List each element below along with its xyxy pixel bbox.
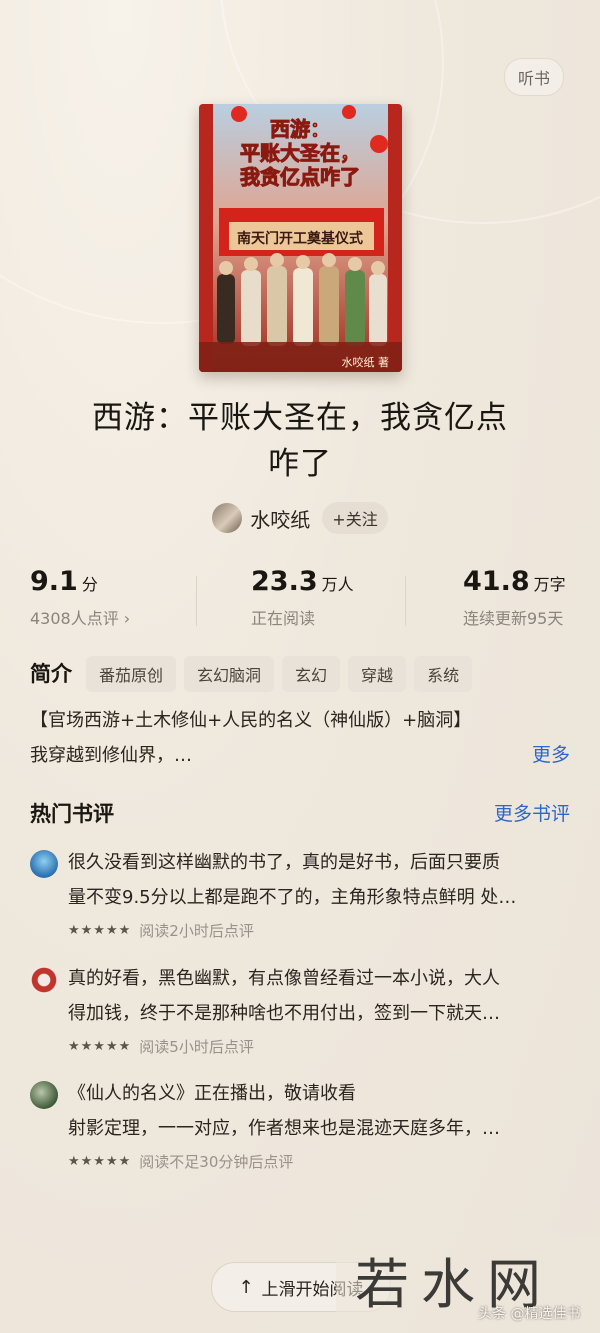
book-title-line: 西游：平账大圣在，我贪亿点 [92,400,508,436]
book-title: 西游：平账大圣在，我贪亿点 咋了 [60,395,540,487]
follow-button[interactable]: +关注 [322,502,388,534]
update-label: 连续更新95天 [463,609,564,628]
stat-divider [405,576,406,626]
author-avatar[interactable] [212,503,243,533]
reviewer-avatar[interactable] [30,966,58,994]
readers-value: 23.3 [251,566,318,597]
readers-stat: 23.3 万人 正在阅读 [251,566,354,629]
book-detail-page: 听书 西游： 平账大圣在， 我贪亿点咋了 南天门开工奠基仪式 水咬纸 著 西游：… [0,0,600,1333]
review-meta-text: 阅读5小时后点评 [139,1038,254,1056]
review-meta-text: 阅读2小时后点评 [139,922,254,940]
words-stat: 41.8 万字 连续更新95天 [463,566,566,629]
readers-unit: 万人 [321,575,354,594]
stats-row: 9.1 分 4308人点评 › 23.3 万人 正在阅读 41.8 万字 连续更新95… [0,566,600,636]
author-name[interactable]: 水咬纸 [250,504,310,533]
review-text: 真的好看，黑色幽默，有点像曾经看过一本小说，大人 [68,968,500,989]
tag-chip[interactable]: 番茄原创 [86,656,177,692]
cover-title-text: 西游： [270,117,330,141]
review-text: 量不变9.5分以上都是跑不了的，主角形象特点鲜明 处… [68,887,517,908]
review-text: 得加钱，终于不是那种啥也不用付出，签到一下就天… [68,1003,500,1024]
tag-chip[interactable]: 玄幻脑洞 [184,656,275,692]
cover-title-text: 我贪亿点咋了 [240,165,360,189]
star-rating-icon: ★★★★★ [68,923,132,938]
author-row: 水咬纸 +关注 [0,500,600,536]
intro-text: 【官场西游+土木修仙+人民的名义（神仙版）+脑洞】 [30,710,472,731]
readers-label: 正在阅读 [251,609,316,628]
stat-divider [196,576,197,626]
review-meta: ★★★★★ 阅读2小时后点评 [68,920,254,941]
rating-value: 9.1 [30,566,78,597]
cover-subtitle-text: 南天门开工奠基仪式 [237,230,363,247]
watermark-credit: 头条 @精选佳书 [478,1306,581,1322]
book-cover[interactable]: 西游： 平账大圣在， 我贪亿点咋了 南天门开工奠基仪式 水咬纸 著 [199,104,402,372]
tag-chip[interactable]: 玄幻 [282,656,341,692]
review-meta: ★★★★★ 阅读5小时后点评 [68,1036,254,1057]
cover-author-text: 水咬纸 著 [342,355,390,369]
reviewer-avatar[interactable] [30,850,58,878]
intro-text: 我穿越到修仙界，… [30,745,192,766]
tag-chip[interactable]: 系统 [414,656,473,692]
arrow-up-icon: ↑ [238,1276,254,1298]
intro-heading: 简介 [30,662,72,686]
intro-more-link[interactable]: 更多 [532,740,570,767]
review-meta: ★★★★★ 阅读不足30分钟后点评 [68,1151,293,1172]
tag-chip[interactable]: 穿越 [348,656,407,692]
more-reviews-link[interactable]: 更多书评 [494,799,570,826]
review-text: 射影定理，一一对应，作者想来也是混迹天庭多年，… [68,1118,500,1139]
review-item[interactable]: 很久没看到这样幽默的书了，真的是好书，后面只要质 量不变9.5分以上都是跑不了的… [30,848,575,944]
rating-count-link[interactable]: 4308人点评 › [30,605,130,629]
book-title-line: 咋了 [268,446,332,482]
review-meta-text: 阅读不足30分钟后点评 [139,1153,294,1171]
rating-unit: 分 [81,575,98,594]
tag-list: 番茄原创 玄幻脑洞 玄幻 穿越 系统 [86,656,473,692]
reviewer-avatar[interactable] [30,1081,58,1109]
reviews-heading: 热门书评 [30,802,114,826]
cover-title-text: 平账大圣在， [240,141,360,165]
words-unit: 万字 [533,575,566,594]
review-item[interactable]: 《仙人的名义》正在播出，敬请收看 射影定理，一一对应，作者想来也是混迹天庭多年，… [30,1079,575,1175]
review-text: 《仙人的名义》正在播出，敬请收看 [68,1083,356,1104]
star-rating-icon: ★★★★★ [68,1154,132,1169]
listen-button[interactable]: 听书 [504,58,564,96]
star-rating-icon: ★★★★★ [68,1039,132,1054]
rating-stat[interactable]: 9.1 分 4308人点评 › [30,566,130,629]
review-text: 很久没看到这样幽默的书了，真的是好书，后面只要质 [68,852,500,873]
words-value: 41.8 [463,566,530,597]
review-item[interactable]: 真的好看，黑色幽默，有点像曾经看过一本小说，大人 得加钱，终于不是那种啥也不用付… [30,964,575,1060]
